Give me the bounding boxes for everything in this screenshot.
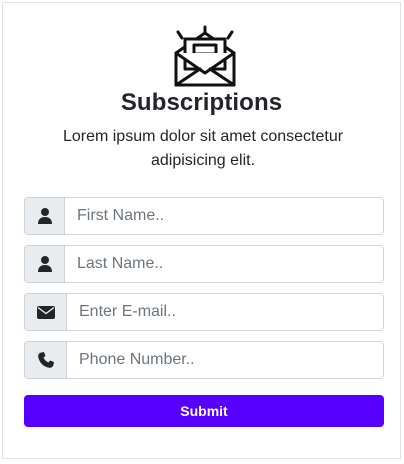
- first-name-group: [24, 197, 384, 235]
- envelope-icon: [36, 305, 55, 319]
- email-field[interactable]: [66, 293, 384, 331]
- first-name-field[interactable]: [64, 197, 384, 235]
- submit-button[interactable]: Submit: [24, 395, 384, 427]
- first-name-addon: [24, 197, 64, 235]
- last-name-group: [24, 245, 384, 283]
- page-title: Subscriptions: [120, 89, 283, 116]
- phone-addon: [24, 341, 66, 379]
- last-name-addon: [24, 245, 64, 283]
- subscription-card: Subscriptions Lorem ipsum dolor sit amet…: [2, 2, 401, 459]
- phone-field[interactable]: [66, 341, 384, 379]
- phone-group: [24, 341, 384, 379]
- email-addon: [24, 293, 66, 331]
- email-group: [24, 293, 384, 331]
- last-name-field[interactable]: [64, 245, 384, 283]
- user-icon: [37, 208, 52, 224]
- user-icon: [37, 256, 52, 272]
- open-envelope-newsletter-icon: [174, 25, 236, 87]
- phone-icon: [37, 352, 54, 368]
- description-text: Lorem ipsum dolor sit amet consectetur a…: [62, 128, 344, 169]
